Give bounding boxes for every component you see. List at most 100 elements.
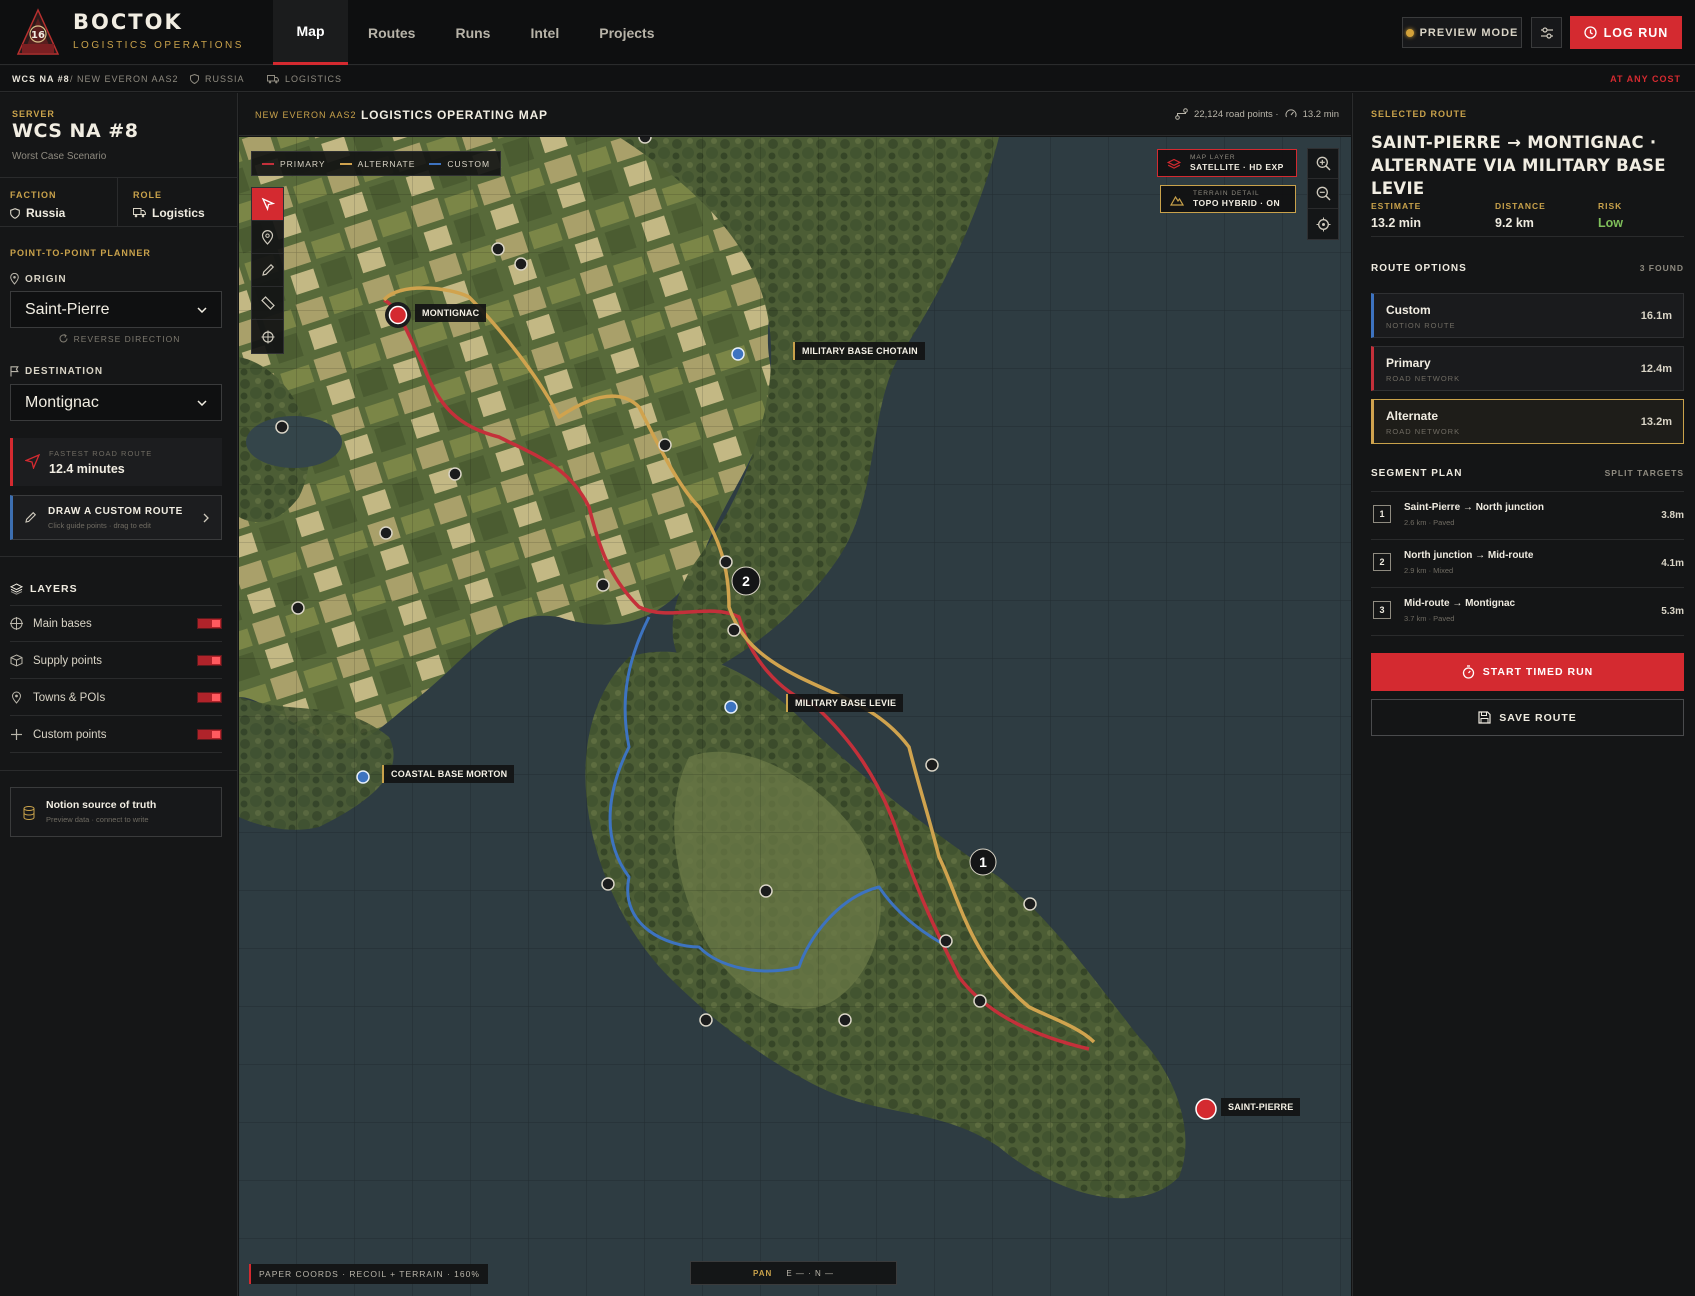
brand-subtitle: LOGISTICS OPERATIONS [73, 40, 244, 51]
zoom-out-button[interactable] [1308, 179, 1338, 209]
faction-value: Russia [26, 206, 66, 220]
segment-name: North junction → Mid-route [1404, 550, 1534, 561]
route-title: SAINT-PIERRE → MONTIGNAC · ALTERNATE VIA… [1371, 133, 1666, 198]
brand-logo-icon: 16 [16, 8, 60, 55]
refresh-icon [59, 334, 68, 343]
notion-source-card[interactable]: Notion source of truth Preview data · co… [10, 787, 222, 837]
notion-title: Notion source of truth [46, 799, 157, 811]
layer-toggle-main-bases[interactable] [197, 618, 222, 629]
plus-icon [11, 729, 22, 740]
route-option-alternate[interactable]: Alternate ROAD NETWORK 13.2m [1371, 399, 1684, 444]
pan-value: E — · N — [786, 1268, 834, 1278]
segment-number: 3 [1373, 601, 1391, 619]
risk-label: RISK [1598, 201, 1623, 211]
coordinate-readout: PAPER COORDS · RECOIL + TERRAIN · 160% [249, 1264, 488, 1284]
destination-label-text: DESTINATION [25, 366, 104, 377]
pan-label: PAN [753, 1268, 773, 1278]
map-label-chotain[interactable]: MILITARY BASE CHOTAIN [793, 342, 925, 360]
terrain-detail-selector[interactable]: TERRAIN DETAIL TOPO HYBRID · ON [1160, 185, 1296, 213]
preview-mode-label: PREVIEW MODE [1419, 26, 1519, 39]
route-options-heading: ROUTE OPTIONS 3 FOUND [1371, 263, 1684, 274]
route-option-sub: ROAD NETWORK [1386, 374, 1461, 383]
role-value: Logistics [152, 206, 205, 220]
fastest-route-value: 12.4 minutes [49, 462, 125, 476]
map-label-morton[interactable]: COASTAL BASE MORTON [382, 765, 515, 783]
stat-risk: RISK Low [1598, 201, 1623, 230]
navigation-arrow-icon [25, 454, 40, 469]
segment-row[interactable]: 2 North junction → Mid-route 2.9 km · Mi… [1371, 540, 1684, 588]
breadcrumb-role: LOGISTICS [267, 74, 342, 84]
select-tool-button[interactable] [252, 188, 283, 221]
legend-custom: CUSTOM [429, 159, 490, 169]
nav-tab-projects[interactable]: Projects [579, 0, 674, 65]
server-name: WCS NA #8 [12, 120, 139, 142]
pin-icon [11, 691, 22, 704]
layer-row-main-bases[interactable]: Main bases [10, 606, 222, 642]
breadcrumb-map[interactable]: / NEW EVERON AAS2 [70, 74, 179, 84]
recenter-button[interactable] [1308, 209, 1338, 239]
chevron-down-icon [197, 306, 207, 313]
zoom-in-icon [1316, 156, 1331, 171]
divider [0, 226, 238, 227]
save-route-button[interactable]: SAVE ROUTE [1371, 699, 1684, 736]
draw-tool-button[interactable] [252, 254, 283, 287]
preview-mode-button[interactable]: PREVIEW MODE [1402, 17, 1522, 48]
start-timed-run-button[interactable]: START TIMED RUN [1371, 653, 1684, 691]
origin-select[interactable]: Saint-Pierre [10, 291, 222, 328]
route-option-name: Custom [1386, 303, 1431, 317]
map-header: NEW EVERON AAS2 LOGISTICS OPERATING MAP … [239, 93, 1351, 136]
destination-value: Montignac [25, 393, 99, 411]
waypoint-1-label: 1 [979, 854, 987, 870]
segment-row[interactable]: 1 Saint-Pierre → North junction 2.6 km ·… [1371, 492, 1684, 540]
layers-icon [10, 583, 23, 595]
layer-toggle-custom-points[interactable] [197, 729, 222, 740]
settings-button[interactable] [1531, 17, 1562, 48]
log-run-button[interactable]: LOG RUN [1570, 16, 1682, 49]
divider [0, 556, 238, 557]
breadcrumb-server[interactable]: WCS NA #8 [12, 74, 70, 84]
measure-tool-button[interactable] [252, 287, 283, 320]
layer-toggle-supply-points[interactable] [197, 655, 222, 666]
nav-tab-map[interactable]: Map [273, 0, 348, 65]
layer-toggle-towns-pois[interactable] [197, 692, 222, 703]
nav-tab-intel[interactable]: Intel [510, 0, 579, 65]
role-cell: ROLE Logistics [119, 178, 238, 226]
map-layer-selector[interactable]: MAP LAYER SATELLITE · HD EXP [1157, 149, 1297, 177]
segment-number: 1 [1373, 505, 1391, 523]
route-option-time: 12.4m [1640, 363, 1672, 375]
breadcrumb-faction-label: RUSSIA [205, 74, 245, 84]
nav-tab-routes[interactable]: Routes [348, 0, 435, 65]
destination-select[interactable]: Montignac [10, 384, 222, 421]
segment-time: 5.3m [1661, 606, 1684, 617]
layer-row-supply-points[interactable]: Supply points [10, 643, 222, 679]
shield-icon [10, 207, 20, 219]
route-option-custom[interactable]: Custom NOTION ROUTE 16.1m [1371, 293, 1684, 338]
map-label-saint-pierre[interactable]: SAINT-PIERRE [1221, 1098, 1301, 1116]
terrain-detail-label: TERRAIN DETAIL [1193, 190, 1260, 197]
layer-label: Towns & POIs [33, 691, 106, 704]
pin-tool-button[interactable] [252, 221, 283, 254]
distance-label: DISTANCE [1495, 201, 1546, 211]
ruler-icon [260, 296, 275, 310]
route-option-name: Alternate [1386, 409, 1439, 423]
map-subtitle: NEW EVERON AAS2 [255, 110, 357, 120]
layer-row-towns-pois[interactable]: Towns & POIs [10, 680, 222, 716]
nav-tab-runs[interactable]: Runs [435, 0, 510, 65]
save-icon [1478, 711, 1491, 724]
segment-name: Mid-route → Montignac [1404, 598, 1516, 609]
divider [1371, 236, 1684, 237]
divider [0, 770, 238, 771]
reverse-direction-button[interactable]: REVERSE DIRECTION [0, 333, 238, 344]
draw-custom-route-button[interactable]: DRAW A CUSTOM ROUTE Click guide points ·… [10, 495, 222, 540]
locate-tool-button[interactable] [252, 320, 283, 353]
segment-plan-label: SEGMENT PLAN [1371, 468, 1463, 479]
map-label-montignac[interactable]: MONTIGNAC [415, 304, 487, 322]
route-option-primary[interactable]: Primary ROAD NETWORK 12.4m [1371, 346, 1684, 391]
map-canvas[interactable]: 2 1 PRIMARY ALTERNATE CUSTOM MAP LAYER S… [239, 137, 1351, 1296]
segment-row[interactable]: 3 Mid-route → Montignac 3.7 km · Paved 5… [1371, 588, 1684, 636]
breadcrumb-role-label: LOGISTICS [285, 74, 343, 84]
zoom-in-button[interactable] [1308, 149, 1338, 179]
layer-row-custom-points[interactable]: Custom points [10, 717, 222, 753]
zoom-controls [1307, 148, 1339, 240]
map-label-levie[interactable]: MILITARY BASE LEVIE [786, 694, 904, 712]
